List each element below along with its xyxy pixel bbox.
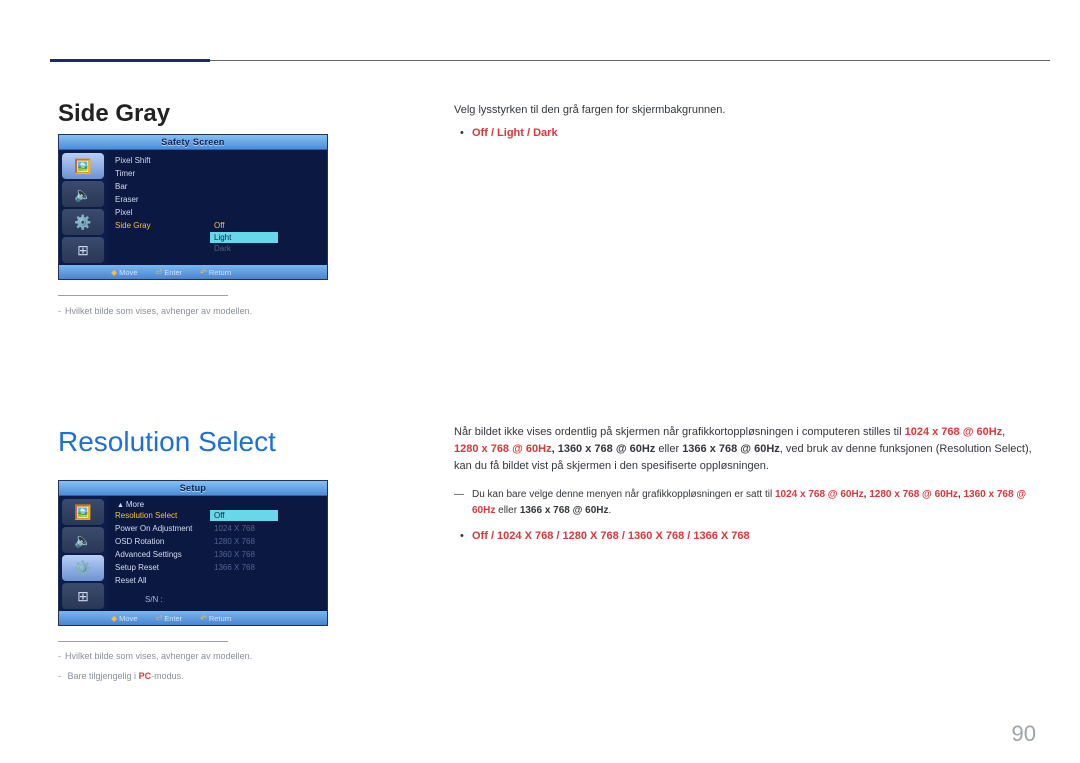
legend-enter: ⏎Enter [156, 614, 183, 623]
legend-enter: ⏎Enter [156, 268, 183, 277]
sn-row: S/N : [115, 593, 327, 606]
menu-item: Power On Adjustment 1024 X 768 [115, 522, 327, 535]
option-bullet: Off / Light / Dark [454, 125, 1030, 142]
resolution-select-description: Når bildet ikke vises ordentlig på skjer… [454, 424, 1032, 545]
option-off: Off [210, 220, 278, 231]
more-indicator: More [115, 500, 327, 509]
menu-item: Advanced Settings 1360 X 768 [115, 548, 327, 561]
osd-side-icons: 🖼️ 🔈 ⚙️ ⊞ [59, 496, 107, 610]
osd-legend: ◆Move ⏎Enter ↶Return [59, 611, 327, 625]
menu-item: Setup Reset 1366 X 768 [115, 561, 327, 574]
value-1024: 1024 X 768 [210, 523, 278, 534]
menu-item: Timer [115, 167, 327, 180]
menu-item: Reset All [115, 574, 327, 587]
note-line: ― Du kan bare velge denne menyen når gra… [454, 487, 1032, 518]
side-gray-description: Velg lysstyrken til den grå fargen for s… [454, 102, 1030, 142]
paragraph-1: Når bildet ikke vises ordentlig på skjer… [454, 424, 1032, 475]
footnote-model: -Hvilket bilde som vises, avhenger av mo… [58, 305, 348, 318]
osd-side-icons: 🖼️ 🔈 ⚙️ ⊞ [59, 150, 107, 264]
osd-screenshot-safety-screen: Safety Screen 🖼️ 🔈 ⚙️ ⊞ Pixel Shift Time… [58, 134, 328, 280]
option-light: Light [210, 232, 278, 243]
osd-body: 🖼️ 🔈 ⚙️ ⊞ Pixel Shift Timer Bar Eraser P… [59, 150, 327, 264]
heading-resolution-select: Resolution Select [58, 426, 276, 458]
page-header-rule [50, 60, 1050, 61]
options-list: Off / 1024 X 768 / 1280 X 768 / 1360 X 7… [472, 530, 750, 542]
sound-icon: 🔈 [62, 181, 104, 207]
value-off: Off [210, 510, 278, 521]
osd-title: Safety Screen [59, 135, 327, 150]
osd-menu-list: Pixel Shift Timer Bar Eraser Pixel Side … [107, 150, 327, 264]
picture-icon: 🖼️ [62, 499, 104, 525]
menu-item: OSD Rotation 1280 X 768 [115, 535, 327, 548]
page-number: 90 [1012, 721, 1036, 747]
setup-icon: ⚙️ [62, 209, 104, 235]
osd-menu-list: More Resolution Select Off Power On Adju… [107, 496, 327, 610]
option-bullet: Off / 1024 X 768 / 1280 X 768 / 1360 X 7… [454, 528, 1032, 545]
footnote-rule [58, 641, 228, 642]
osd-legend: ◆Move ⏎Enter ↶Return [59, 265, 327, 279]
sound-icon: 🔈 [62, 527, 104, 553]
footnote-rule [58, 295, 228, 296]
option-row: Dark [115, 243, 327, 254]
osd-screenshot-setup: Setup 🖼️ 🔈 ⚙️ ⊞ More Resolution Select O… [58, 480, 328, 626]
value-1360: 1360 X 768 [210, 549, 278, 560]
option-row: Light [115, 232, 327, 243]
legend-return: ↶Return [200, 614, 231, 623]
heading-side-gray: Side Gray [58, 100, 170, 128]
sn-label: S/N : [115, 593, 163, 606]
legend-move: ◆Move [111, 614, 138, 623]
osd-body: 🖼️ 🔈 ⚙️ ⊞ More Resolution Select Off Pow… [59, 496, 327, 610]
menu-item: Pixel Shift [115, 154, 327, 167]
value-1366: 1366 X 768 [210, 562, 278, 573]
menu-item: Bar [115, 180, 327, 193]
page-header-accent [50, 59, 210, 62]
option-dark: Dark [210, 243, 278, 254]
menu-item: Pixel [115, 206, 327, 219]
osd-title: Setup [59, 481, 327, 496]
footnote-pc-mode: - Bare tilgjengelig i PC-modus. [58, 670, 348, 683]
value-1280: 1280 X 768 [210, 536, 278, 547]
menu-item: Eraser [115, 193, 327, 206]
setup-icon: ⚙️ [62, 555, 104, 581]
multi-icon: ⊞ [62, 583, 104, 609]
menu-item-selected: Side Gray Off [115, 219, 327, 232]
legend-return: ↶Return [200, 268, 231, 277]
legend-move: ◆Move [111, 268, 138, 277]
desc-line: Velg lysstyrken til den grå fargen for s… [454, 102, 1030, 119]
footnote-model: -Hvilket bilde som vises, avhenger av mo… [58, 650, 348, 663]
menu-item-selected: Resolution Select Off [115, 509, 327, 522]
options-list: Off / Light / Dark [472, 127, 558, 139]
picture-icon: 🖼️ [62, 153, 104, 179]
multi-icon: ⊞ [62, 237, 104, 263]
